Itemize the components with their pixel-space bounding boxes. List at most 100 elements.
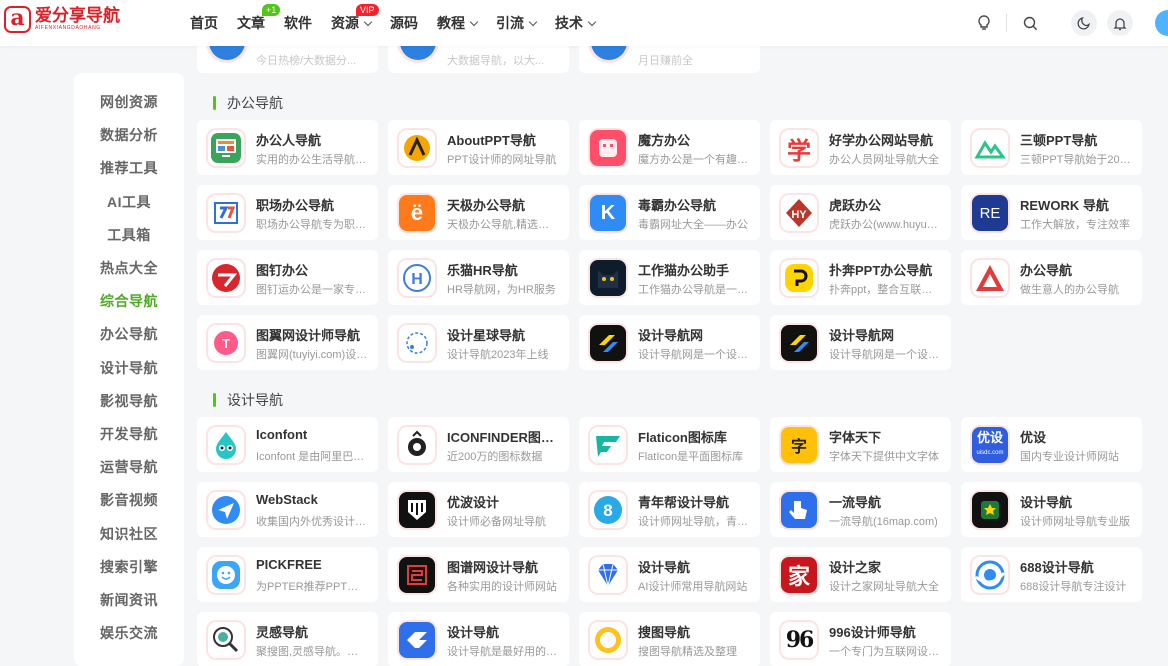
sidebar-item-label: 新闻资讯 — [100, 592, 158, 608]
site-card[interactable]: 魔方办公魔方办公是一个有趣的网站 — [579, 120, 760, 175]
bell-icon[interactable] — [1107, 10, 1133, 36]
site-card[interactable]: 688设计导航 688设计导航专注设计 — [961, 547, 1142, 602]
tuding-logo-icon — [208, 260, 244, 296]
sidebar-item-5[interactable]: 热点大全 — [74, 253, 184, 283]
nav-label: 资源 — [331, 15, 359, 31]
nav-label: 文章 — [237, 15, 265, 31]
site-card[interactable]: 扑奔PPT办公导航扑奔ppt，整合互联网资源 — [770, 250, 951, 305]
site-card[interactable]: 字字体天下 字体天下提供中文字体 — [770, 417, 951, 472]
site-card[interactable]: ICONFINDER图标搜索近200万的图标数据 — [388, 417, 569, 472]
site-card-title: 职场办公导航 — [256, 198, 335, 213]
peek-card[interactable]: 月日赚前全 — [579, 46, 760, 73]
sidebar-item-10[interactable]: 开发导航 — [74, 419, 184, 449]
sidebar-item-6[interactable]: 综合导航 — [74, 286, 184, 318]
site-card-title: 设计导航 — [1020, 495, 1073, 510]
sidebar-item-2[interactable]: 推荐工具 — [74, 153, 184, 183]
sidebar-item-8[interactable]: 设计导航 — [74, 353, 184, 383]
nav-item-1[interactable]: 文章 +1 — [237, 4, 281, 33]
site-card[interactable]: 设计导航 设计师网址导航专业版 — [961, 482, 1142, 537]
site-card[interactable]: 一流导航 一流导航(16map.com) — [770, 482, 951, 537]
site-card[interactable]: RE REWORK 导航 工作大解放，专注效率 — [961, 185, 1142, 240]
site-card[interactable]: WebStack 收集国内外优秀设计网站 — [197, 482, 378, 537]
site-card[interactable]: T 图翼网设计师导航图翼网(tuyiyi.com)设计导航 — [197, 315, 378, 370]
moon-icon[interactable] — [1071, 10, 1097, 36]
sidebar-item-13[interactable]: 知识社区 — [74, 519, 184, 549]
peek-card[interactable]: 大数据导航，以大... — [388, 46, 569, 73]
sidebar-item-label: 推荐工具 — [100, 160, 158, 177]
nav-item-6[interactable]: 引流 — [496, 13, 538, 33]
site-card[interactable]: 设计导航网设计导航网是一个设计网站 — [579, 315, 760, 370]
site-card[interactable]: 设计星球导航 设计导航2023年上线 — [388, 315, 569, 370]
sidebar-item-15[interactable]: 新闻资讯 — [74, 585, 184, 615]
site-card[interactable]: 办公人导航 实用的办公生活导航网站 — [197, 120, 378, 175]
site-card[interactable]: 8 青年帮设计导航 设计师网址导航，青年帮 — [579, 482, 760, 537]
site-card[interactable]: 设计导航 AI设计师常用导航网站 — [579, 547, 760, 602]
site-card-desc: 一个专门为互联网设计师 — [829, 646, 941, 658]
site-logo[interactable]: a 爱分享导航 AIFENXIANGDAOHANG — [4, 6, 120, 33]
nav-label: 教程 — [437, 15, 465, 31]
star-logo-icon — [972, 492, 1008, 528]
search-icon[interactable] — [1019, 12, 1041, 34]
site-card[interactable]: 工作猫办公助手工作猫办公导航是一款工具 — [579, 250, 760, 305]
site-card[interactable]: 图钉办公图钉运办公是一家专业平台 — [197, 250, 378, 305]
bulb-icon[interactable] — [973, 12, 995, 34]
nav-item-0[interactable]: 首页 — [190, 13, 218, 33]
sidebar-item-12[interactable]: 影音视频 — [74, 485, 184, 515]
site-card[interactable]: AboutPPT导航 PPT设计师的网址导航 — [388, 120, 569, 175]
site-card-title: 虎跃办公 — [829, 198, 882, 213]
site-card[interactable]: 设计导航 设计导航是最好用的设计 — [388, 612, 569, 666]
sidebar-item-1[interactable]: 数据分析 — [74, 120, 184, 150]
nav-item-7[interactable]: 技术 — [555, 13, 597, 33]
site-card[interactable]: H 乐猫HR导航 HR导航网，为HR服务 — [388, 250, 569, 305]
site-card[interactable]: 三顿PPT导航 三顿PPT导航始于2016年 — [961, 120, 1142, 175]
user-avatar[interactable] — [1155, 10, 1168, 36]
nav-item-4[interactable]: 源码 — [390, 13, 418, 33]
nav-label: 源码 — [390, 15, 418, 31]
site-card[interactable]: 学好学办公网站导航 办公人员网址导航大全 — [770, 120, 951, 175]
site-card[interactable]: 职场办公导航职场办公导航专为职场人打造 — [197, 185, 378, 240]
site-card[interactable]: ë 天极办公导航天极办公导航,精选办公网站 — [388, 185, 569, 240]
planet-logo-icon — [399, 325, 435, 361]
sidebar-item-label: 运营导航 — [100, 459, 158, 476]
sidebar-item-3[interactable]: AI工具 — [74, 187, 184, 217]
huyue-logo-icon: HY — [781, 195, 817, 231]
sidebar-item-4[interactable]: 工具箱 — [74, 220, 184, 250]
site-card[interactable]: K 毒霸办公导航 毒霸网址大全——办公 — [579, 185, 760, 240]
site-card[interactable]: Iconfont Iconfont 是由阿里巴巴推出 — [197, 417, 378, 472]
site-card-title: PICKFREE — [256, 557, 322, 572]
site-card-desc: 魔方办公是一个有趣的网站 — [638, 154, 750, 166]
sidebar-item-label: 开发导航 — [100, 426, 158, 442]
sidebar-item-14[interactable]: 搜索引擎 — [74, 552, 184, 582]
sidebar-item-7[interactable]: 办公导航 — [74, 319, 184, 349]
site-card[interactable]: 设计导航网设计导航网是一个设计网站 — [770, 315, 951, 370]
nav-item-3[interactable]: 资源 VIP — [331, 4, 379, 33]
site-card[interactable]: HY 虎跃办公虎跃办公(www.huyue.com) — [770, 185, 951, 240]
site-card-desc: 虎跃办公(www.huyue.com) — [829, 219, 941, 231]
site-card[interactable]: 搜图导航 搜图导航精选及整理 — [579, 612, 760, 666]
zhichang-logo-icon — [208, 195, 244, 231]
site-card[interactable]: Flaticon图标库 FlatIcon是平面图标库 — [579, 417, 760, 472]
site-card[interactable]: 优设 uisdc.com 优设 国内专业设计师网站 — [961, 417, 1142, 472]
site-card-title: 优波设计 — [447, 495, 500, 510]
site-card-desc: 字体天下提供中文字体 — [829, 451, 939, 463]
section-title-text: 办公导航 — [227, 95, 283, 111]
site-card[interactable]: PICKFREE 为PPTER推荐PPT素材 — [197, 547, 378, 602]
sidebar-item-11[interactable]: 运营导航 — [74, 452, 184, 482]
site-card[interactable]: 家设计之家 设计之家网址导航大全 — [770, 547, 951, 602]
nav-item-5[interactable]: 教程 — [437, 13, 479, 33]
peek-card[interactable]: 今日热榜/大数据分... — [197, 46, 378, 73]
site-card[interactable]: 优波设计 设计师必备网址导航 — [388, 482, 569, 537]
sidebar-item-16[interactable]: 娱乐交流 — [74, 618, 184, 648]
iconfont-logo-icon — [208, 427, 244, 463]
site-card[interactable]: 灵感导航 聚搜图,灵感导航。设计 — [197, 612, 378, 666]
site-card[interactable]: 96 996设计师导航 一个专门为互联网设计师 — [770, 612, 951, 666]
site-card[interactable]: 办公导航 做生意人的办公导航 — [961, 250, 1142, 305]
site-card[interactable]: 图谱网设计导航 各种实用的设计师网站 — [388, 547, 569, 602]
sidebar-item-9[interactable]: 影视导航 — [74, 386, 184, 416]
sidebar-item-0[interactable]: 网创资源 — [74, 87, 184, 117]
nav-label: 软件 — [284, 15, 312, 31]
nav-item-2[interactable]: 软件 — [284, 13, 312, 33]
site-card-desc: FlatIcon是平面图标库 — [638, 451, 744, 463]
sidebar-item-label: 数据分析 — [100, 127, 158, 144]
webstack-logo-icon — [208, 492, 244, 528]
